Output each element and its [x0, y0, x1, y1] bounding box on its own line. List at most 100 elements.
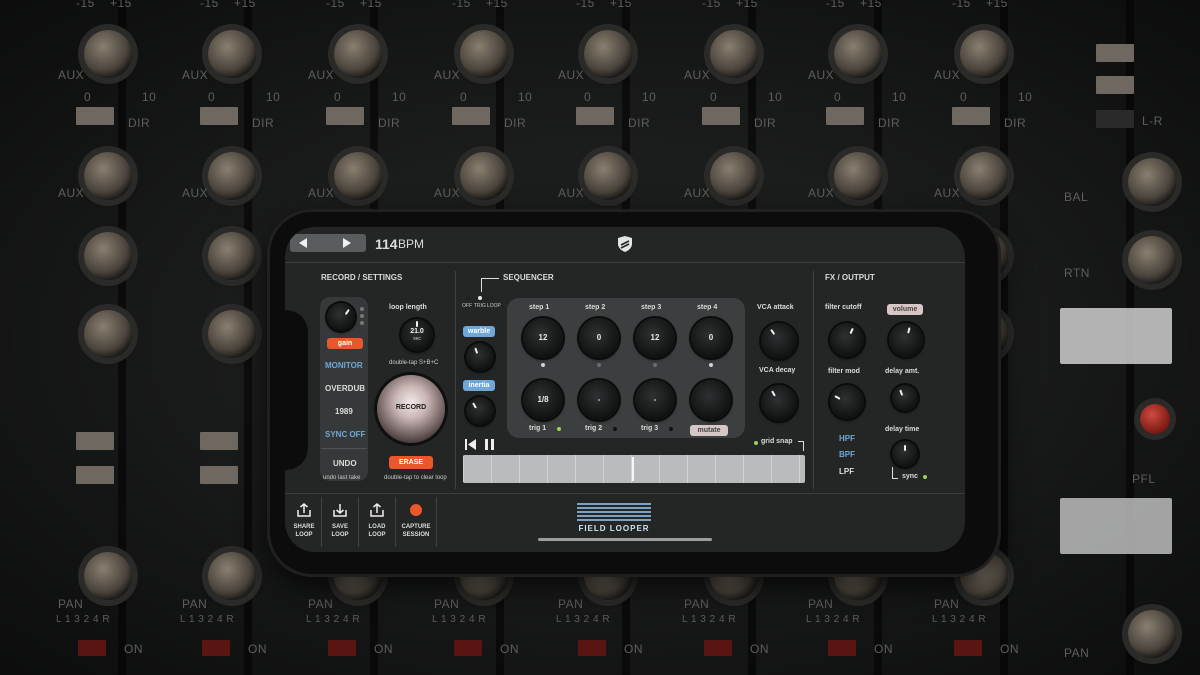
dir-label: DIR — [754, 116, 777, 130]
on-label: ON — [750, 642, 769, 656]
mode-off-dot[interactable] — [466, 296, 470, 300]
scale-zero-label: 0 — [710, 90, 718, 104]
mutate-button[interactable]: mutate — [690, 425, 728, 436]
delay-amt-knob[interactable] — [892, 385, 918, 411]
pan-label: PAN — [308, 597, 334, 611]
step-value: 0 — [596, 333, 602, 342]
delay-time-knob[interactable] — [892, 441, 918, 467]
vca-decay-knob[interactable] — [761, 385, 797, 421]
scale-ten-label: 10 — [392, 90, 407, 104]
aux-knob — [84, 152, 132, 200]
aux-label: AUX — [58, 186, 85, 200]
share-icon — [297, 503, 311, 517]
brand-label: FIELD LOOPER — [578, 524, 650, 533]
scale-ten-label: 10 — [892, 90, 907, 104]
grid-snap-toggle[interactable]: grid snap — [761, 438, 793, 445]
on-label: ON — [874, 642, 893, 656]
aux-label: AUX — [558, 68, 585, 82]
aux-knob — [208, 152, 256, 200]
volume-knob[interactable] — [889, 323, 923, 357]
gain-button[interactable]: gain — [327, 338, 363, 349]
dir-label: DIR — [128, 116, 151, 130]
mode-trig-dot[interactable] — [478, 296, 482, 300]
aux-knob — [584, 30, 632, 78]
gain-knob[interactable] — [327, 303, 355, 331]
capture-session-label: CAPTURE SESSION — [401, 524, 431, 538]
step-value: 0 — [708, 333, 714, 342]
aux-label: AUX — [182, 68, 209, 82]
loop-length-unit: sec — [413, 336, 421, 342]
warble-label: warble — [463, 326, 495, 337]
trig-value: - — [597, 395, 601, 404]
next-button[interactable] — [343, 238, 351, 248]
waveform-grid — [463, 455, 805, 483]
load-loop-label: LOAD LOOP — [368, 524, 386, 538]
prev-button[interactable] — [299, 238, 307, 248]
aux-label: AUX — [558, 186, 585, 200]
pan-bus-label: L 1 3 2 4 R — [180, 614, 235, 625]
erase-hint: double-tap to clear loop — [384, 475, 447, 481]
record-button[interactable]: RECORD — [377, 375, 445, 443]
sync-toggle[interactable]: sync — [902, 473, 918, 480]
save-loop-button[interactable]: SAVE LOOP — [323, 499, 357, 545]
gain-led-1 — [360, 307, 364, 311]
trig-knob[interactable]: - — [579, 380, 619, 420]
vca-attack-knob[interactable] — [761, 323, 797, 359]
bpf-button[interactable]: BPF — [839, 450, 855, 459]
grid-snap-led — [754, 441, 758, 445]
overdub-button[interactable]: OVERDUB — [325, 384, 365, 393]
brand-logo: FIELD LOOPER — [573, 503, 655, 537]
scale-zero-label: 0 — [460, 90, 468, 104]
trig-led — [557, 427, 561, 431]
year-mode-button[interactable]: 1989 — [335, 407, 353, 416]
lpf-button[interactable]: LPF — [839, 467, 854, 476]
skip-back-button[interactable] — [465, 437, 477, 450]
sync-bracket — [892, 467, 898, 479]
aux-label: AUX — [808, 186, 835, 200]
load-loop-button[interactable]: LOAD LOOP — [360, 499, 394, 545]
step-knob[interactable]: 12 — [523, 318, 563, 358]
scale-ten-label: 10 — [768, 90, 783, 104]
undo-button[interactable]: UNDO — [333, 459, 357, 468]
step-led — [597, 363, 601, 367]
warble-knob[interactable] — [466, 343, 494, 371]
monitor-button[interactable]: MONITOR — [325, 361, 363, 370]
sequencer-bracket — [481, 278, 499, 292]
pause-button[interactable] — [484, 437, 496, 450]
double-tap-hint: double-tap S+B+C — [389, 360, 439, 366]
filter-mod-knob[interactable] — [830, 385, 864, 419]
bus-switch — [76, 432, 114, 450]
save-loop-label: SAVE LOOP — [331, 524, 349, 538]
share-loop-button[interactable]: SHARE LOOP — [287, 499, 321, 545]
aux-knob — [834, 152, 882, 200]
step-knob[interactable]: 0 — [691, 318, 731, 358]
sync-off-button[interactable]: SYNC OFF — [325, 430, 365, 439]
divider-capture — [436, 497, 437, 547]
aux-label: AUX — [684, 68, 711, 82]
inertia-knob[interactable] — [466, 397, 494, 425]
loop-length-knob[interactable]: 21.0 sec — [401, 319, 433, 351]
mutate-knob[interactable] — [691, 380, 731, 420]
erase-button[interactable]: ERASE — [389, 456, 433, 469]
home-indicator[interactable] — [538, 538, 712, 541]
step-knob[interactable]: 0 — [579, 318, 619, 358]
playhead — [632, 457, 634, 481]
step-knob[interactable]: 12 — [635, 318, 675, 358]
channel-on-button — [328, 640, 356, 656]
trig-led — [613, 427, 617, 431]
delay-time-label: delay time — [885, 426, 920, 433]
hpf-button[interactable]: HPF — [839, 434, 855, 443]
trig-knob[interactable]: 1/8 — [523, 380, 563, 420]
mode-loop-dot[interactable] — [490, 296, 494, 300]
master-blank-panel — [1060, 498, 1172, 554]
loop-waveform[interactable] — [463, 455, 805, 483]
bpm-value[interactable]: 114 — [375, 236, 398, 252]
trim-high-label: +15 — [736, 0, 758, 10]
filter-cutoff-knob[interactable] — [830, 323, 864, 357]
divider-left — [455, 271, 456, 489]
on-label: ON — [248, 642, 267, 656]
master-blank-panel — [1060, 308, 1172, 364]
trig-knob[interactable]: - — [635, 380, 675, 420]
step-value: 12 — [650, 333, 660, 342]
capture-session-button[interactable]: CAPTURE SESSION — [397, 499, 435, 545]
